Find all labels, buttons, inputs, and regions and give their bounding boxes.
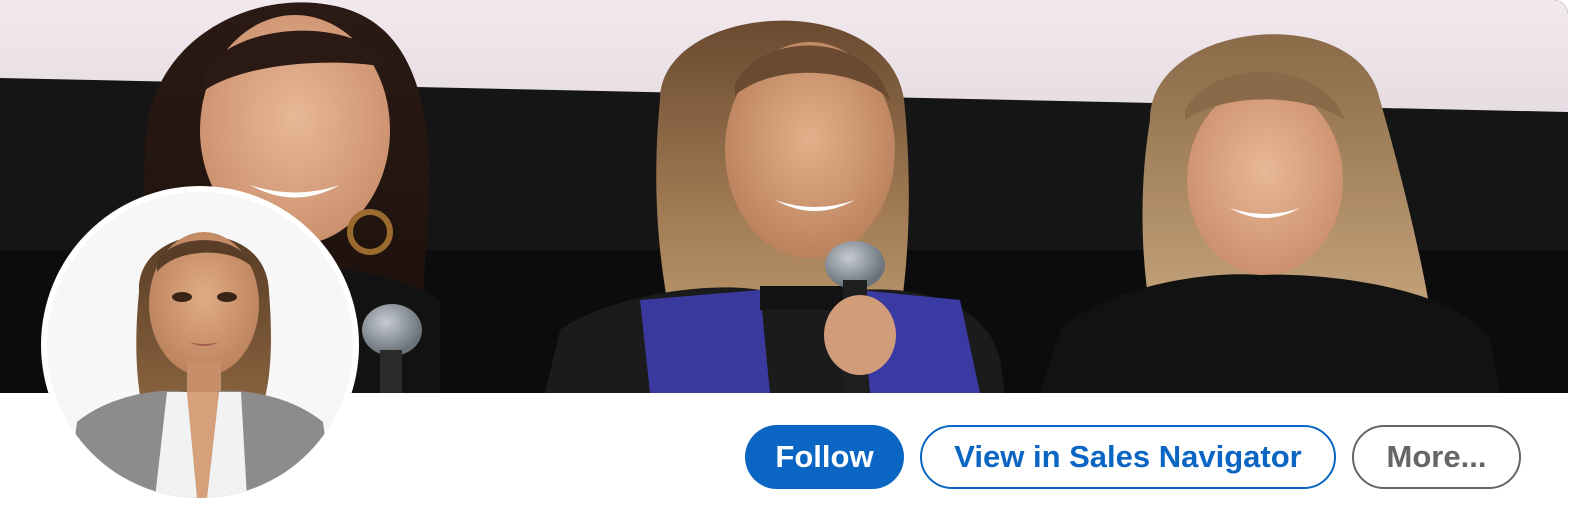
view-in-sales-navigator-button[interactable]: View in Sales Navigator [920,425,1336,489]
follow-button[interactable]: Follow [745,425,904,489]
profile-actions: Follow View in Sales Navigator More... [745,425,1521,489]
more-button[interactable]: More... [1352,425,1521,489]
avatar[interactable] [41,186,359,504]
profile-photo-image [47,192,353,498]
profile-top-card: Follow View in Sales Navigator More... [0,0,1578,516]
profile-photo [47,192,353,498]
